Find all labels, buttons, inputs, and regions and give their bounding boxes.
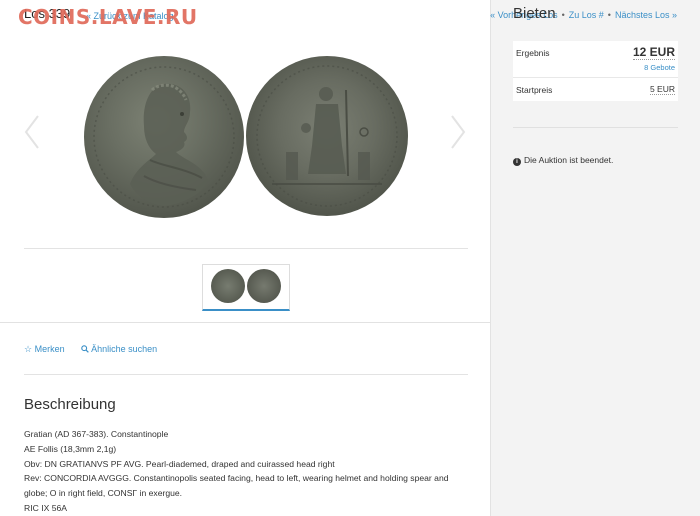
magnifier-icon [81,345,89,353]
coin-obverse-image[interactable] [84,56,244,218]
bids-count-link[interactable]: 8 Gebote [644,63,675,72]
result-price: 12 EUR [632,45,675,60]
info-icon: i [513,158,521,166]
search-similar-button[interactable]: Ähnliche suchen [81,344,157,354]
description-line: Obv: DN GRATIANVS PF AVG. Pearl-diademed… [24,458,335,469]
result-box: Ergebnis 12 EUR 8 Gebote Startpreis 5 EU… [513,41,678,101]
description-line: AE Follis (18,3mm 2,1g) [24,443,117,454]
result-row: Ergebnis 12 EUR 8 Gebote [513,41,678,78]
watch-lot-button[interactable]: ☆ Merken [24,344,65,354]
actions-divider [24,374,468,375]
start-price-row: Startpreis 5 EUR [513,79,678,101]
next-lot-link[interactable]: Nächstes Los » [615,10,677,20]
watermark: COINS.LAVE.RU [18,5,198,29]
result-label: Ergebnis [516,48,550,58]
coin-reverse-image[interactable] [246,56,408,216]
search-similar-label: Ähnliche suchen [91,344,158,354]
thumbnail-obverse [211,269,245,303]
auction-ended-notice: i Die Auktion ist beendet. [513,155,613,166]
description-heading: Beschreibung [24,396,116,413]
description-text: Gratian (AD 367-383). Constantinople AE … [24,427,474,516]
section-separator [0,322,491,323]
gallery-divider [24,248,468,249]
start-price-label: Startpreis [516,85,553,95]
chevron-right-icon[interactable] [448,112,468,152]
thumbnail-reverse [247,269,281,303]
description-line: RIC IX 56A [24,502,67,513]
chevron-left-icon[interactable] [22,112,42,152]
description-line: Rev: CONCORDIA AVGGG. Constantinopolis s… [24,473,449,484]
nav-separator: • [561,10,565,20]
nav-separator: • [607,10,611,20]
bid-heading: Bieten [513,5,556,22]
description-line: globe; O in right field, CONSΓ in exergu… [24,488,183,499]
auction-ended-text: Die Auktion ist beendet. [524,155,614,165]
thumbnail-selected[interactable] [202,264,290,311]
start-price-value: 5 EUR [649,84,675,95]
lot-actions: ☆ Merken Ähnliche suchen [24,344,171,355]
goto-lot-link[interactable]: Zu Los # [569,10,604,20]
bid-divider [513,127,678,128]
description-line: Gratian (AD 367-383). Constantinople [24,429,169,439]
